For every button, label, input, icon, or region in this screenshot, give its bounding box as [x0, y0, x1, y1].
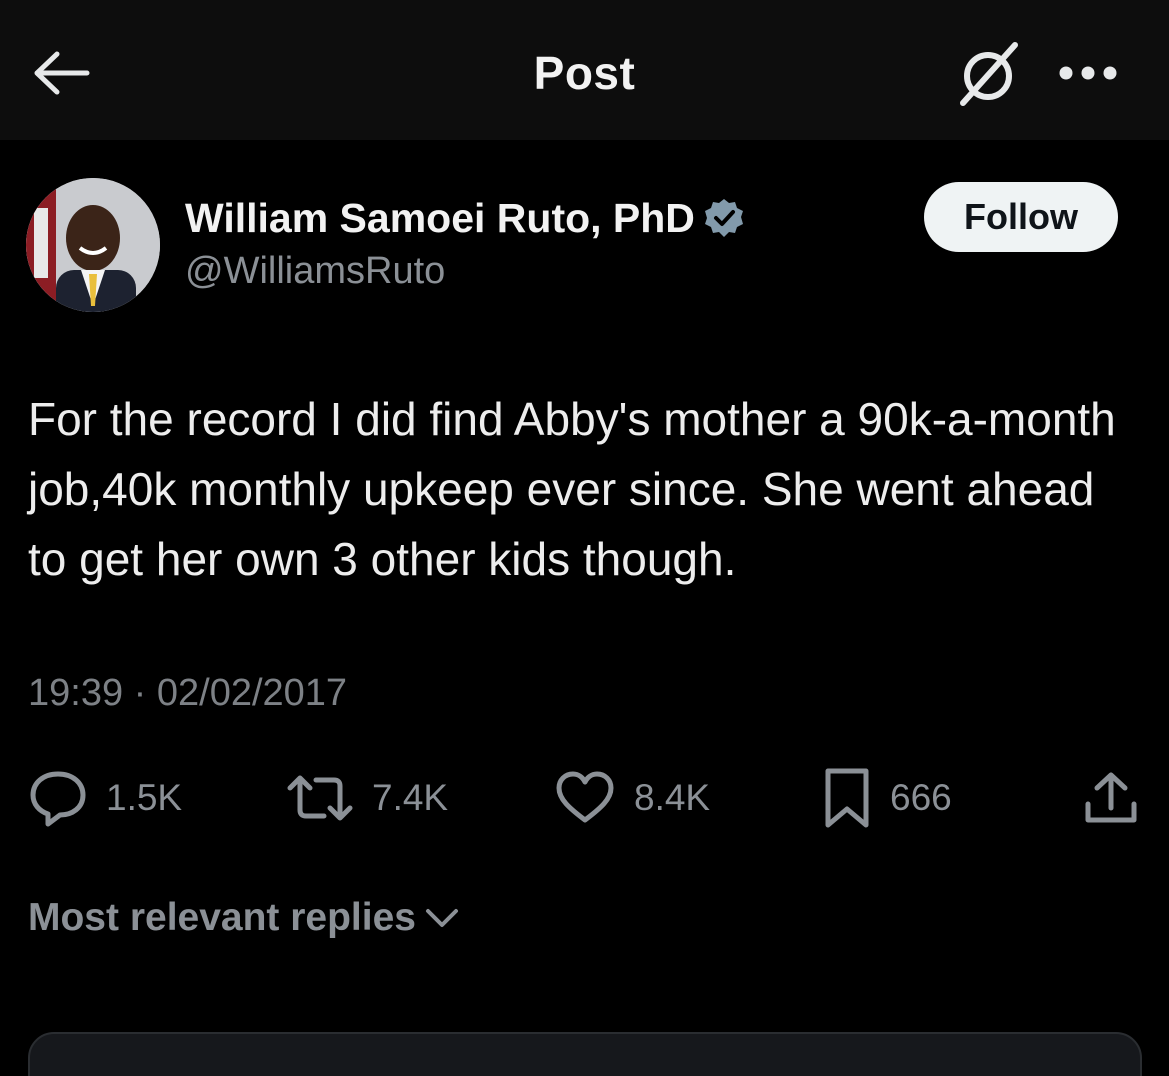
reply-compose-box[interactable] — [28, 1032, 1142, 1076]
bookmark-count: 666 — [890, 777, 952, 818]
bookmark-button[interactable]: 666 — [822, 766, 952, 830]
heart-icon — [554, 770, 616, 826]
replies-sort-label: Most relevant replies — [28, 896, 416, 939]
reply-count: 1.5K — [106, 777, 183, 818]
reply-bubble-icon — [28, 768, 88, 828]
author-handle[interactable]: @WilliamsRuto — [185, 250, 445, 293]
bookmark-icon — [822, 767, 872, 829]
grok-slash-icon — [953, 39, 1023, 114]
more-options-button[interactable] — [1048, 50, 1128, 100]
follow-button[interactable]: Follow — [924, 182, 1118, 252]
grok-button[interactable] — [950, 40, 1026, 112]
like-button[interactable]: 8.4K — [554, 766, 710, 830]
author-name[interactable]: William Samoei Ruto, PhD — [185, 195, 695, 242]
post-timestamp[interactable]: 19:39 · 02/02/2017 — [28, 672, 347, 715]
like-count: 8.4K — [634, 777, 711, 818]
reply-button[interactable]: 1.5K — [28, 766, 182, 830]
share-button[interactable] — [1082, 766, 1140, 830]
replies-sort-dropdown[interactable]: Most relevant replies — [28, 896, 460, 940]
author-name-row: William Samoei Ruto, PhD — [185, 192, 745, 244]
avatar[interactable] — [26, 178, 160, 312]
repost-button[interactable]: 7.4K — [286, 766, 448, 830]
share-icon — [1082, 770, 1140, 826]
top-app-bar: Post — [0, 0, 1169, 140]
repost-icon — [286, 770, 354, 826]
post-text: For the record I did find Abby's mother … — [28, 393, 1116, 585]
more-dots-icon — [1058, 65, 1118, 86]
chevron-down-icon — [424, 906, 460, 930]
verified-badge-icon — [703, 197, 745, 239]
repost-count: 7.4K — [372, 777, 449, 818]
post-screen: Post William Samoei Ruto, PhD @WilliamsR… — [0, 0, 1169, 1076]
